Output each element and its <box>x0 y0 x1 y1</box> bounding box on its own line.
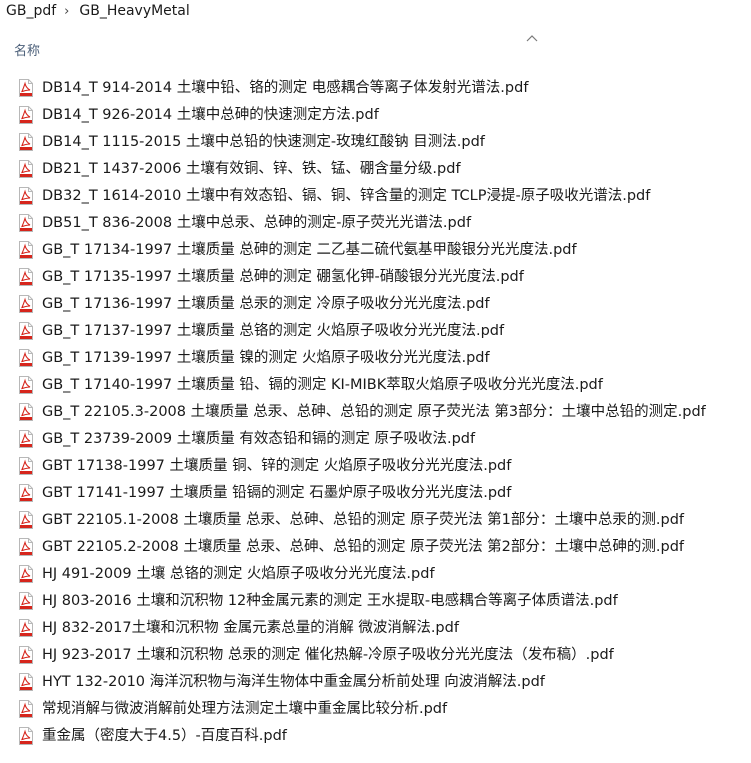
file-row[interactable]: GB_T 23739-2009 土壤质量 有效态铅和镉的测定 原子吸收法.pdf <box>0 426 751 453</box>
file-name[interactable]: GB_T 22105.3-2008 土壤质量 总汞、总砷、总铅的测定 原子荧光法… <box>42 403 706 422</box>
column-header-name[interactable]: 名称 <box>14 40 40 59</box>
file-row[interactable]: GBT 22105.2-2008 土壤质量 总汞、总砷、总铅的测定 原子荧光法 … <box>0 534 751 561</box>
pdf-file-icon <box>19 511 33 529</box>
file-name[interactable]: DB51_T 836-2008 土壤中总汞、总砷的测定-原子荧光光谱法.pdf <box>42 214 471 233</box>
pdf-file-icon <box>19 619 33 637</box>
column-header[interactable]: 名称 <box>0 34 751 64</box>
breadcrumb-item-gb-heavymetal[interactable]: GB_HeavyMetal <box>73 3 193 19</box>
file-row[interactable]: DB51_T 836-2008 土壤中总汞、总砷的测定-原子荧光光谱法.pdf <box>0 210 751 237</box>
file-name[interactable]: DB21_T 1437-2006 土壤有效铜、锌、铁、锰、硼含量分级.pdf <box>42 160 461 179</box>
file-row[interactable]: DB14_T 1115-2015 土壤中总铅的快速测定-玫瑰红酸钠 目测法.pd… <box>0 129 751 156</box>
file-name[interactable]: GB_T 23739-2009 土壤质量 有效态铅和镉的测定 原子吸收法.pdf <box>42 430 475 449</box>
file-row[interactable]: HJ 491-2009 土壤 总铬的测定 火焰原子吸收分光光度法.pdf <box>0 561 751 588</box>
file-name[interactable]: GB_T 17139-1997 土壤质量 镍的测定 火焰原子吸收分光光度法.pd… <box>42 349 490 368</box>
pdf-file-icon <box>19 214 33 232</box>
file-name[interactable]: HYT 132-2010 海洋沉积物与海洋生物体中重金属分析前处理 向波消解法.… <box>42 673 545 692</box>
file-row[interactable]: GBT 22105.1-2008 土壤质量 总汞、总砷、总铅的测定 原子荧光法 … <box>0 507 751 534</box>
pdf-file-icon <box>19 133 33 151</box>
file-name[interactable]: GBT 22105.2-2008 土壤质量 总汞、总砷、总铅的测定 原子荧光法 … <box>42 538 684 557</box>
pdf-file-icon <box>19 241 33 259</box>
file-row[interactable]: DB32_T 1614-2010 土壤中有效态铅、镉、铜、锌含量的测定 TCLP… <box>0 183 751 210</box>
file-row[interactable]: GBT 17138-1997 土壤质量 铜、锌的测定 火焰原子吸收分光光度法.p… <box>0 453 751 480</box>
sort-ascending-icon[interactable] <box>526 34 538 42</box>
file-row[interactable]: GBT 17141-1997 土壤质量 铅镉的测定 石墨炉原子吸收分光光度法.p… <box>0 480 751 507</box>
file-row[interactable]: GB_T 17134-1997 土壤质量 总砷的测定 二乙基二硫代氨基甲酸银分光… <box>0 237 751 264</box>
breadcrumb: GB_pdf › GB_HeavyMetal <box>0 0 194 22</box>
pdf-file-icon <box>19 403 33 421</box>
file-name[interactable]: GBT 17138-1997 土壤质量 铜、锌的测定 火焰原子吸收分光光度法.p… <box>42 457 511 476</box>
pdf-file-icon <box>19 295 33 313</box>
file-row[interactable]: GB_T 17137-1997 土壤质量 总铬的测定 火焰原子吸收分光光度法.p… <box>0 318 751 345</box>
file-name[interactable]: HJ 832-2017土壤和沉积物 金属元素总量的消解 微波消解法.pdf <box>42 619 459 638</box>
pdf-file-icon <box>19 538 33 556</box>
file-name[interactable]: DB14_T 914-2014 土壤中铅、铬的测定 电感耦合等离子体发射光谱法.… <box>42 79 528 98</box>
pdf-file-icon <box>19 700 33 718</box>
pdf-file-icon <box>19 457 33 475</box>
pdf-file-icon <box>19 79 33 97</box>
file-name[interactable]: DB14_T 926-2014 土壤中总砷的快速测定方法.pdf <box>42 106 379 125</box>
pdf-file-icon <box>19 160 33 178</box>
file-name[interactable]: GB_T 17136-1997 土壤质量 总汞的测定 冷原子吸收分光光度法.pd… <box>42 295 490 314</box>
file-row[interactable]: HJ 803-2016 土壤和沉积物 12种金属元素的测定 王水提取-电感耦合等… <box>0 588 751 615</box>
pdf-file-icon <box>19 646 33 664</box>
pdf-file-icon <box>19 187 33 205</box>
breadcrumb-item-gb-pdf[interactable]: GB_pdf <box>0 3 60 19</box>
pdf-file-icon <box>19 592 33 610</box>
file-name[interactable]: DB32_T 1614-2010 土壤中有效态铅、镉、铜、锌含量的测定 TCLP… <box>42 187 650 206</box>
file-name[interactable]: GB_T 17137-1997 土壤质量 总铬的测定 火焰原子吸收分光光度法.p… <box>42 322 504 341</box>
file-name[interactable]: GB_T 17134-1997 土壤质量 总砷的测定 二乙基二硫代氨基甲酸银分光… <box>42 241 577 260</box>
file-row[interactable]: 常规消解与微波消解前处理方法测定土壤中重金属比较分析.pdf <box>0 696 751 723</box>
file-row[interactable]: HJ 832-2017土壤和沉积物 金属元素总量的消解 微波消解法.pdf <box>0 615 751 642</box>
breadcrumb-separator-icon[interactable]: › <box>60 4 73 19</box>
pdf-file-icon <box>19 727 33 745</box>
file-name[interactable]: HJ 923-2017 土壤和沉积物 总汞的测定 催化热解-冷原子吸收分光光度法… <box>42 646 614 665</box>
pdf-file-icon <box>19 268 33 286</box>
pdf-file-icon <box>19 376 33 394</box>
pdf-file-icon <box>19 106 33 124</box>
file-row[interactable]: GB_T 17136-1997 土壤质量 总汞的测定 冷原子吸收分光光度法.pd… <box>0 291 751 318</box>
file-row[interactable]: GB_T 17135-1997 土壤质量 总砷的测定 硼氢化钾-硝酸银分光光度法… <box>0 264 751 291</box>
pdf-file-icon <box>19 565 33 583</box>
file-name[interactable]: GB_T 17135-1997 土壤质量 总砷的测定 硼氢化钾-硝酸银分光光度法… <box>42 268 524 287</box>
file-row[interactable]: GB_T 22105.3-2008 土壤质量 总汞、总砷、总铅的测定 原子荧光法… <box>0 399 751 426</box>
file-row[interactable]: DB21_T 1437-2006 土壤有效铜、锌、铁、锰、硼含量分级.pdf <box>0 156 751 183</box>
file-name[interactable]: DB14_T 1115-2015 土壤中总铅的快速测定-玫瑰红酸钠 目测法.pd… <box>42 133 485 152</box>
file-row[interactable]: DB14_T 926-2014 土壤中总砷的快速测定方法.pdf <box>0 102 751 129</box>
file-row[interactable]: DB14_T 914-2014 土壤中铅、铬的测定 电感耦合等离子体发射光谱法.… <box>0 75 751 102</box>
file-name[interactable]: HJ 491-2009 土壤 总铬的测定 火焰原子吸收分光光度法.pdf <box>42 565 435 584</box>
file-row[interactable]: GB_T 17140-1997 土壤质量 铅、镉的测定 KI-MIBK萃取火焰原… <box>0 372 751 399</box>
pdf-file-icon <box>19 322 33 340</box>
pdf-file-icon <box>19 349 33 367</box>
file-name[interactable]: HJ 803-2016 土壤和沉积物 12种金属元素的测定 王水提取-电感耦合等… <box>42 592 618 611</box>
file-row[interactable]: HJ 923-2017 土壤和沉积物 总汞的测定 催化热解-冷原子吸收分光光度法… <box>0 642 751 669</box>
file-name[interactable]: GBT 22105.1-2008 土壤质量 总汞、总砷、总铅的测定 原子荧光法 … <box>42 511 684 530</box>
file-row[interactable]: HYT 132-2010 海洋沉积物与海洋生物体中重金属分析前处理 向波消解法.… <box>0 669 751 696</box>
pdf-file-icon <box>19 430 33 448</box>
pdf-file-icon <box>19 673 33 691</box>
file-row[interactable]: 重金属（密度大于4.5）-百度百科.pdf <box>0 723 751 750</box>
pdf-file-icon <box>19 484 33 502</box>
file-row[interactable]: GB_T 17139-1997 土壤质量 镍的测定 火焰原子吸收分光光度法.pd… <box>0 345 751 372</box>
file-name[interactable]: 重金属（密度大于4.5）-百度百科.pdf <box>42 727 287 746</box>
file-name[interactable]: GBT 17141-1997 土壤质量 铅镉的测定 石墨炉原子吸收分光光度法.p… <box>42 484 511 503</box>
file-name[interactable]: 常规消解与微波消解前处理方法测定土壤中重金属比较分析.pdf <box>42 700 447 719</box>
file-name[interactable]: GB_T 17140-1997 土壤质量 铅、镉的测定 KI-MIBK萃取火焰原… <box>42 376 603 395</box>
file-list: DB14_T 914-2014 土壤中铅、铬的测定 电感耦合等离子体发射光谱法.… <box>0 75 751 750</box>
